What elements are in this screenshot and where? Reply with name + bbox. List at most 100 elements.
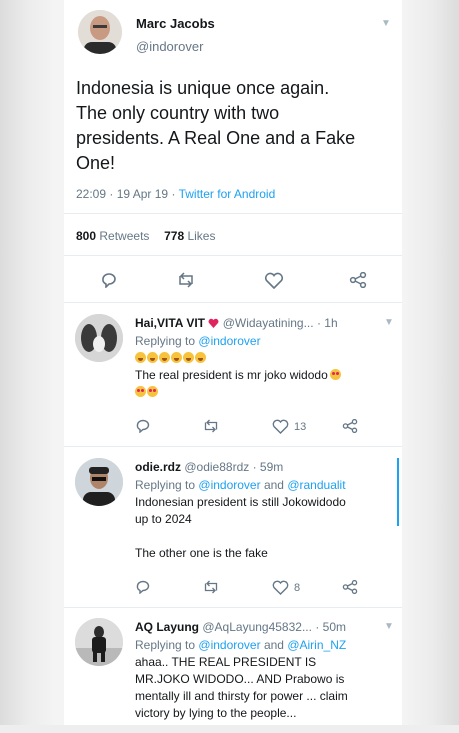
meta-separator: · [109, 187, 114, 201]
chevron-down-icon[interactable]: ▼ [384, 317, 394, 328]
heart-emoji-icon [208, 318, 219, 328]
reply-author-handle[interactable]: @Widayatining... [223, 316, 314, 330]
avatar-image [75, 458, 123, 506]
share-button[interactable] [342, 580, 358, 594]
tweet-stats: 800 Retweets 778 Likes [76, 229, 215, 243]
reply-author-handle[interactable]: @AqLayung45832... [202, 620, 312, 634]
avatar-image [75, 618, 123, 666]
like-label[interactable]: Likes [187, 229, 215, 243]
replying-to-user[interactable]: @indorover [198, 334, 260, 348]
tweet-time[interactable]: 22:09 [76, 187, 106, 201]
avatar-hai-vita[interactable] [75, 314, 123, 362]
laughing-emoji-icon [159, 352, 170, 363]
reply-text-line: MR.JOKO WIDODO... AND Prabowo is [135, 672, 345, 686]
reply-body: Replying to @indorover and @randualit In… [135, 477, 346, 562]
replying-to: Replying to @indorover and @randualit [135, 477, 346, 494]
tweet-date[interactable]: 19 Apr 19 [117, 187, 168, 201]
replying-to: Replying to @indorover and @Airin_NZ [135, 637, 348, 654]
reply-author-handle[interactable]: @odie88rdz [184, 460, 249, 474]
avatar-image [78, 10, 122, 54]
tweet-thread-panel: Marc Jacobs @indorover ▼ Indonesia is un… [64, 0, 402, 733]
reply-icon [102, 273, 116, 288]
like-icon [272, 419, 289, 434]
retweet-button[interactable] [202, 580, 220, 594]
tweet-text-line: Indonesia is unique once again. [76, 78, 330, 98]
reply-text-line [135, 528, 346, 545]
laughing-emoji-icon [183, 352, 194, 363]
reply-icon [136, 419, 150, 433]
share-button[interactable] [342, 419, 358, 433]
avatar-image [75, 314, 123, 362]
divider [64, 446, 402, 447]
like-icon [264, 272, 284, 289]
reply-body: Replying to @indorover and @Airin_NZ aha… [135, 637, 348, 722]
reply-text-line: victory by lying to the people... [135, 706, 297, 720]
reply-button[interactable] [135, 419, 151, 433]
like-button[interactable]: 13 [272, 419, 306, 434]
divider [64, 607, 402, 608]
tweet-meta: 22:09 · 19 Apr 19 · Twitter for Android [76, 187, 275, 201]
reply-text-line: Indonesian president is still Jokowidodo [135, 495, 346, 509]
reply-text: The real president is mr joko widodo [135, 368, 328, 382]
like-count: 8 [294, 581, 301, 594]
replying-to: Replying to @indorover [135, 333, 342, 350]
chevron-down-icon[interactable]: ▼ [381, 18, 391, 29]
replying-to-prefix: Replying to [135, 478, 196, 492]
replying-to-prefix: Replying to [135, 638, 196, 652]
reply-text-line: up to 2024 [135, 512, 192, 526]
reply-author-name[interactable]: Hai,VITA VIT [135, 316, 205, 330]
tweet-text: Indonesia is unique once again. The only… [76, 76, 396, 176]
reply-button[interactable] [100, 272, 118, 288]
replying-to-and: and [263, 638, 284, 652]
avatar-marc-jacobs[interactable] [78, 10, 122, 54]
retweet-icon [179, 272, 193, 288]
laughing-emoji-icon [171, 352, 182, 363]
reply-body: Replying to @indorover The real presiden… [135, 333, 342, 401]
like-icon [272, 580, 289, 595]
like-count[interactable]: 778 [164, 229, 184, 243]
author-name[interactable]: Marc Jacobs [136, 16, 215, 31]
reply-text-line: mentally ill and thirsty for power ... c… [135, 689, 348, 703]
retweet-label[interactable]: Retweets [99, 229, 149, 243]
reply-text-line: The other one is the fake [135, 546, 268, 560]
reply-time[interactable]: · 1h [317, 316, 338, 330]
reply-time[interactable]: · 50m [315, 620, 346, 634]
replying-to-and: and [263, 478, 284, 492]
share-icon [342, 580, 358, 594]
reply-author-name[interactable]: odie.rdz [135, 460, 181, 474]
retweet-button[interactable] [176, 272, 196, 288]
divider [64, 255, 402, 256]
like-button[interactable] [264, 272, 284, 289]
bottom-edge [0, 725, 459, 733]
like-button[interactable]: 8 [272, 580, 300, 595]
share-icon [349, 272, 367, 288]
replying-to-user[interactable]: @Airin_NZ [287, 638, 346, 652]
replying-to-user[interactable]: @randualit [287, 478, 345, 492]
share-icon [342, 419, 358, 433]
reply-header: AQ Layung @AqLayung45832... · 50m [135, 620, 346, 634]
heart-eyes-emoji-icon [135, 386, 146, 397]
tweet-source[interactable]: Twitter for Android [179, 187, 276, 201]
heart-eyes-emoji-icon [147, 386, 158, 397]
reply-button[interactable] [135, 580, 151, 594]
replying-to-user[interactable]: @indorover [198, 638, 260, 652]
retweet-count[interactable]: 800 [76, 229, 96, 243]
thread-connector-line [397, 458, 399, 526]
laughing-emoji-icon [135, 352, 146, 363]
avatar-odie-rdz[interactable] [75, 458, 123, 506]
heart-eyes-emoji-icon [329, 369, 341, 380]
heart-eyes-emoji-row [135, 384, 342, 401]
replying-to-prefix: Replying to [135, 334, 196, 348]
chevron-down-icon[interactable]: ▼ [384, 621, 394, 632]
divider [64, 213, 402, 214]
retweet-icon [204, 419, 218, 433]
retweet-button[interactable] [202, 419, 220, 433]
reply-icon [136, 580, 150, 594]
avatar-aq-layung[interactable] [75, 618, 123, 666]
share-button[interactable] [349, 272, 367, 288]
replying-to-user[interactable]: @indorover [198, 478, 260, 492]
reply-author-name[interactable]: AQ Layung [135, 620, 199, 634]
author-handle[interactable]: @indorover [136, 39, 203, 54]
reply-time[interactable]: · 59m [253, 460, 284, 474]
meta-separator: · [171, 187, 176, 201]
